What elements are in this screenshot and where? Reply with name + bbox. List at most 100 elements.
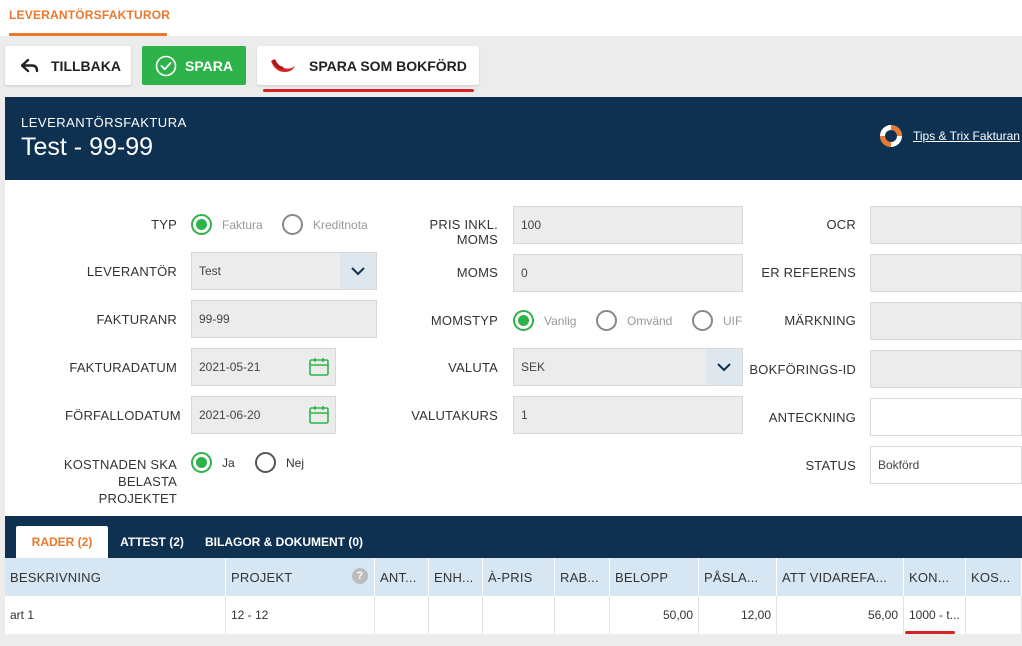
save-button-label: SPARA xyxy=(185,57,233,74)
back-button[interactable]: TILLBAKA xyxy=(5,46,131,85)
cell-att-vidarefakturera[interactable]: 56,00 xyxy=(777,596,904,634)
radio-label: Ja xyxy=(222,455,235,470)
tab-rader[interactable]: RADER (2) xyxy=(16,526,108,558)
highlight-underline xyxy=(905,631,955,634)
column-header-projekt[interactable]: PROJEKT ? xyxy=(226,558,375,596)
calendar-icon[interactable] xyxy=(309,357,329,377)
cell-kostnadsstalle[interactable] xyxy=(966,596,1022,634)
header-subtitle: LEVERANTÖRSFAKTURA xyxy=(21,115,187,130)
ocr-input[interactable] xyxy=(870,206,1022,244)
cell-belopp[interactable]: 50,00 xyxy=(610,596,699,634)
tab-bilagor[interactable]: BILAGOR & DOKUMENT (0) xyxy=(205,526,363,558)
save-as-booked-label: SPARA SOM BOKFÖRD xyxy=(309,57,467,74)
forfallodatum-value: 2021-06-20 xyxy=(199,408,261,422)
column-header-antal[interactable]: ANT... xyxy=(375,558,429,596)
cell-paslag[interactable]: 12,00 xyxy=(699,596,777,634)
markning-input[interactable] xyxy=(870,302,1022,340)
moms-input[interactable]: 0 xyxy=(513,254,743,292)
radio-unselected-icon xyxy=(596,310,617,331)
moms-label: MOMS xyxy=(456,265,498,280)
tips-link[interactable]: Tips & Trix Fakturan xyxy=(878,123,1020,149)
back-arrow-icon xyxy=(21,58,39,72)
back-button-label: TILLBAKA xyxy=(51,57,121,74)
momstyp-radio-omvand[interactable]: Omvänd xyxy=(596,310,672,331)
detail-tabs: RADER (2) ATTEST (2) BILAGOR & DOKUMENT … xyxy=(5,516,1022,558)
status-value: Bokförd xyxy=(878,458,920,472)
kostnaden-label-line1: KOSTNADEN SKA BELASTA xyxy=(63,457,177,489)
lifebuoy-icon xyxy=(880,125,902,147)
pris-value: 100 xyxy=(521,218,542,232)
tab-attest[interactable]: ATTEST (2) xyxy=(111,526,193,558)
column-header-att-vidarefakturera[interactable]: ATT VIDAREFA... xyxy=(777,558,904,596)
radio-label: Omvänd xyxy=(627,313,673,328)
fakturanr-label: FAKTURANR xyxy=(96,312,177,327)
valuta-select[interactable]: SEK xyxy=(513,348,743,386)
typ-radio-kreditnota[interactable]: Kreditnota xyxy=(282,214,368,235)
leverantor-select[interactable]: Test xyxy=(191,252,377,290)
page-title: Test - 99-99 xyxy=(21,133,154,161)
column-header-paslag[interactable]: PÅSLA... xyxy=(699,558,777,596)
table-row[interactable]: art 1 12 - 12 50,00 12,00 56,00 1000 - t… xyxy=(5,596,1022,634)
valutakurs-value: 1 xyxy=(521,408,528,422)
invoice-form: TYP Faktura Kreditnota LEVERANTÖR Test F… xyxy=(5,180,1022,516)
pris-input[interactable]: 100 xyxy=(513,206,743,244)
forfallodatum-input[interactable]: 2021-06-20 xyxy=(191,396,336,434)
nav-tab-leverantorsfakturor[interactable]: LEVERANTÖRSFAKTUROR xyxy=(9,8,170,22)
radio-selected-icon xyxy=(191,452,212,473)
typ-radio-faktura[interactable]: Faktura xyxy=(191,214,263,235)
cell-rabatt[interactable] xyxy=(555,596,610,634)
fakturadatum-input[interactable]: 2021-05-21 xyxy=(191,348,336,386)
status-select[interactable]: Bokförd xyxy=(870,446,1022,484)
column-header-konto[interactable]: KON... xyxy=(904,558,966,596)
typ-label: TYP xyxy=(151,217,177,232)
invoice-header: LEVERANTÖRSFAKTURA Test - 99-99 Tips & T… xyxy=(5,97,1022,180)
momstyp-radio-uif[interactable]: UIF xyxy=(692,310,742,331)
highlight-underline xyxy=(263,89,474,92)
calendar-icon[interactable] xyxy=(309,405,329,425)
nav-tab-active-indicator xyxy=(9,33,167,36)
kostnaden-radio-nej[interactable]: Nej xyxy=(255,452,304,473)
anteckning-input[interactable] xyxy=(870,398,1022,436)
markning-label: MÄRKNING xyxy=(784,313,856,328)
valuta-dropdown-toggle[interactable] xyxy=(706,349,742,385)
column-header-kostnadsstalle[interactable]: KOS... xyxy=(966,558,1022,596)
column-header-a-pris[interactable]: À-PRIS xyxy=(483,558,555,596)
save-as-booked-button[interactable]: SPARA SOM BOKFÖRD xyxy=(257,46,479,85)
cell-projekt[interactable]: 12 - 12 xyxy=(226,596,375,634)
pris-label: PRIS INKL. MOMS xyxy=(429,217,498,247)
radio-label: Nej xyxy=(286,455,305,470)
cell-konto[interactable]: 1000 - t... xyxy=(904,596,966,634)
radio-selected-icon xyxy=(191,214,212,235)
cell-a-pris[interactable] xyxy=(483,596,555,634)
valutakurs-input[interactable]: 1 xyxy=(513,396,743,434)
radio-label: Faktura xyxy=(222,217,263,232)
radio-unselected-icon xyxy=(692,310,713,331)
column-header-beskrivning[interactable]: BESKRIVNING xyxy=(5,558,226,596)
kostnaden-radio-ja[interactable]: Ja xyxy=(191,452,235,473)
valuta-value: SEK xyxy=(521,360,546,374)
brand-swoosh-icon xyxy=(271,58,295,72)
fakturadatum-label: FAKTURADATUM xyxy=(69,360,177,375)
cell-enhet[interactable] xyxy=(429,596,483,634)
radio-unselected-icon xyxy=(282,214,303,235)
status-label: STATUS xyxy=(805,458,856,473)
leverantor-label: LEVERANTÖR xyxy=(86,264,177,279)
tips-link-text[interactable]: Tips & Trix Fakturan xyxy=(913,129,1020,143)
cell-antal[interactable] xyxy=(375,596,429,634)
column-header-enhet[interactable]: ENH... xyxy=(429,558,483,596)
er-referens-input[interactable] xyxy=(870,254,1022,292)
fakturanr-input[interactable]: 99-99 xyxy=(191,300,377,338)
cell-beskrivning[interactable]: art 1 xyxy=(5,596,226,634)
column-header-label: PROJEKT xyxy=(231,569,293,585)
column-header-belopp[interactable]: BELOPP xyxy=(610,558,699,596)
valuta-label: VALUTA xyxy=(448,360,498,375)
save-button[interactable]: SPARA xyxy=(142,46,246,85)
radio-label: Kreditnota xyxy=(313,217,368,232)
momstyp-radio-vanlig[interactable]: Vanlig xyxy=(513,310,576,331)
radio-label: UIF xyxy=(723,313,743,328)
leverantor-dropdown-toggle[interactable] xyxy=(340,253,376,289)
column-header-rabatt[interactable]: RAB... xyxy=(555,558,610,596)
help-icon[interactable]: ? xyxy=(352,568,368,584)
bokforings-id-input[interactable] xyxy=(870,350,1022,388)
radio-label: Vanlig xyxy=(544,313,577,328)
